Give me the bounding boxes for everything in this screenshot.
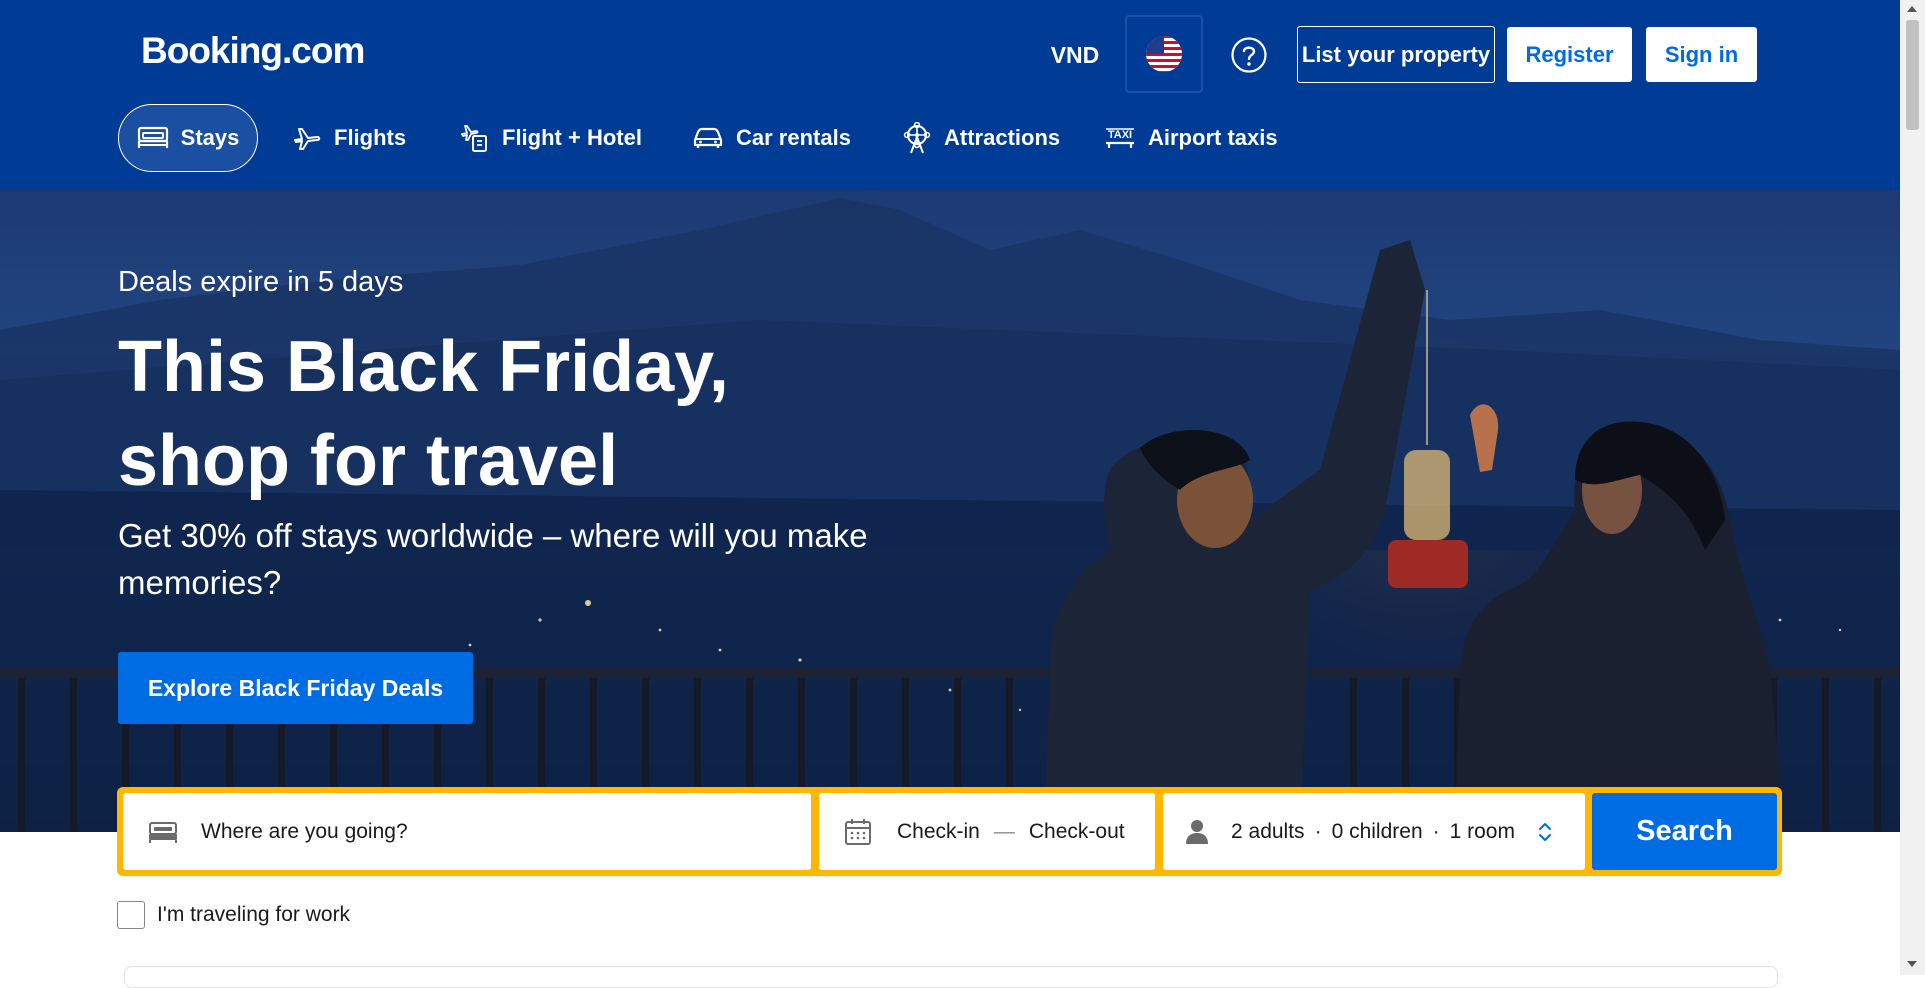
- bed-icon: [137, 126, 168, 148]
- tab-car-rentals-label: Car rentals: [736, 125, 851, 150]
- scroll-up-icon[interactable]: [1907, 6, 1917, 12]
- list-property-button[interactable]: List your property: [1297, 26, 1495, 83]
- separator-dot: ·: [1432, 819, 1440, 843]
- tab-flights-label: Flights: [334, 125, 407, 150]
- hero-title-line1: This Black Friday,: [118, 327, 729, 407]
- explore-deals-button[interactable]: Explore Black Friday Deals: [118, 652, 473, 724]
- children-count: 0 children: [1331, 819, 1423, 843]
- hero-banner: Deals expire in 5 days This Black Friday…: [0, 190, 1900, 832]
- register-button[interactable]: Register: [1507, 27, 1632, 82]
- tab-car-rentals[interactable]: Car rentals: [672, 104, 871, 172]
- us-flag-icon: [1146, 36, 1182, 72]
- hero-title: This Black Friday, shop for travel: [118, 320, 918, 508]
- work-travel-label: I'm traveling for work: [157, 903, 351, 926]
- hero-description: Get 30% off stays worldwide – where will…: [118, 517, 868, 601]
- language-button[interactable]: [1125, 15, 1203, 93]
- work-travel-checkbox[interactable]: [117, 901, 145, 929]
- scroll-thumb[interactable]: [1906, 20, 1919, 130]
- date-separator: —: [993, 819, 1015, 843]
- bed-icon: [149, 821, 177, 843]
- occupancy-field[interactable]: 2 adults · 0 children · 1 room: [1163, 793, 1585, 870]
- destination-field[interactable]: Where are you going?: [123, 793, 811, 870]
- tab-flight-hotel[interactable]: Flight + Hotel: [438, 104, 662, 172]
- currency-button[interactable]: VND: [1030, 40, 1120, 70]
- content-card: [124, 966, 1778, 988]
- person-icon: [1186, 819, 1208, 844]
- scroll-down-icon[interactable]: [1907, 961, 1917, 967]
- vertical-scrollbar[interactable]: [1900, 0, 1925, 975]
- checkin-field[interactable]: Check-in: [897, 820, 980, 844]
- tab-attractions[interactable]: Attractions: [882, 104, 1080, 172]
- help-circle-icon: [1231, 37, 1267, 73]
- help-button[interactable]: [1225, 25, 1273, 85]
- car-icon: [693, 127, 723, 148]
- site-header: Booking.com VND List your property Regis…: [0, 0, 1900, 190]
- tab-airport-taxis-label: Airport taxis: [1148, 125, 1278, 150]
- flight-hotel-icon: [461, 125, 487, 152]
- tab-stays-label: Stays: [180, 125, 240, 150]
- booking-logo[interactable]: Booking.com: [141, 30, 365, 72]
- plane-icon: [294, 128, 321, 150]
- tab-attractions-label: Attractions: [944, 125, 1061, 150]
- tab-airport-taxis[interactable]: TAXI Airport taxis: [1084, 104, 1298, 172]
- search-bar: Where are you going? Check-in — Check-ou…: [117, 787, 1782, 876]
- destination-input[interactable]: Where are you going?: [201, 820, 408, 844]
- ferris-wheel-icon: [903, 122, 931, 154]
- work-travel-option[interactable]: I'm traveling for work: [117, 901, 350, 929]
- date-range-field[interactable]: Check-in — Check-out: [819, 793, 1155, 870]
- rooms-count: 1 room: [1449, 819, 1515, 843]
- calendar-icon: [845, 818, 871, 845]
- checkout-field[interactable]: Check-out: [1029, 820, 1125, 844]
- tab-stays[interactable]: Stays: [118, 104, 258, 172]
- adults-count: 2 adults: [1231, 819, 1305, 843]
- hero-title-line2: shop for travel: [118, 421, 619, 501]
- svg-text:TAXI: TAXI: [1108, 129, 1132, 141]
- hero-subtitle: Deals expire in 5 days: [118, 266, 404, 298]
- tab-flights[interactable]: Flights: [272, 104, 426, 172]
- search-button[interactable]: Search: [1592, 793, 1777, 870]
- tab-flight-hotel-label: Flight + Hotel: [502, 125, 642, 150]
- sign-in-button[interactable]: Sign in: [1646, 27, 1757, 82]
- taxi-icon: TAXI: [1106, 128, 1134, 148]
- separator-dot: ·: [1314, 819, 1322, 843]
- chevron-up-down-icon: [1538, 822, 1551, 841]
